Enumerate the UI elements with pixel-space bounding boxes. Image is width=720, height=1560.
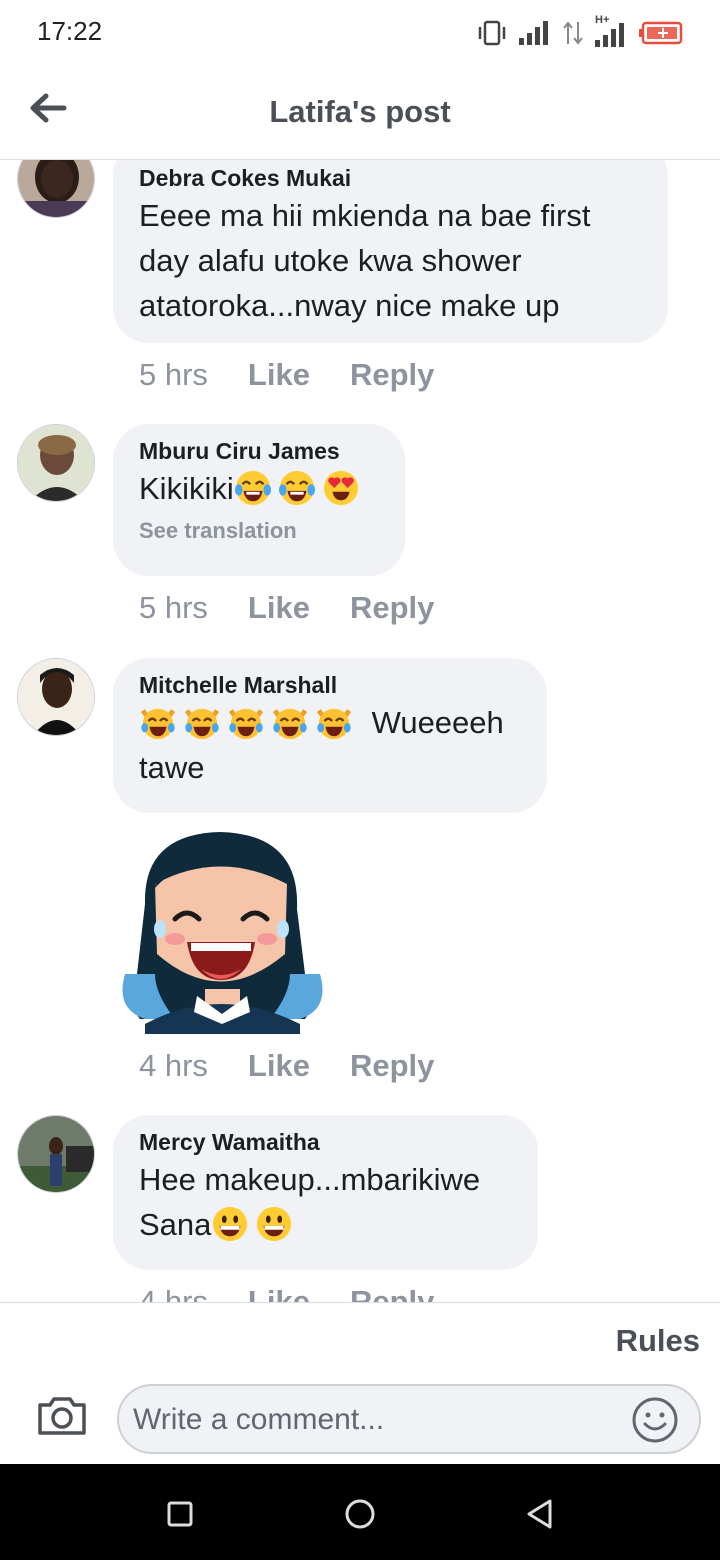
comment-author[interactable]: Mitchelle Marshall [139,670,521,700]
comment-time: 4 hrs [139,1048,208,1083]
comment-text: Kikikiki [139,471,234,506]
grinning-emoji [257,1206,292,1242]
heart-eyes-emoji [323,470,358,506]
post-header: Latifa's post [0,66,720,160]
avatar[interactable] [17,658,95,736]
camera-icon [38,1397,86,1435]
comment-text: Wueeeeh [371,705,504,740]
comment-text: tawe [139,750,205,785]
avatar[interactable] [17,1115,95,1193]
cat-tears-of-joy-emoji [140,708,176,740]
comment-author[interactable]: Debra Cokes Mukai [139,163,642,193]
comment-actions: 5 hrs Like Reply [139,357,434,393]
status-time: 17:22 [37,16,103,46]
comments-feed[interactable]: Debra Cokes Mukai Eeee ma hii mkienda na… [0,160,720,1302]
comment-author[interactable]: Mburu Ciru James [139,436,379,466]
comment-bubble[interactable]: Debra Cokes Mukai Eeee ma hii mkienda na… [113,160,668,343]
recent-apps-button[interactable] [160,1494,200,1534]
comment-text-line: Kikikiki [139,466,379,511]
reply-button[interactable]: Reply [350,590,434,626]
signal-icon [519,21,548,45]
comment-bubble[interactable]: Mburu Ciru James Kikikiki See translatio… [113,424,405,576]
comment-bubble[interactable]: Mercy Wamaitha Hee makeup...mbarikiwe Sa… [113,1115,538,1270]
see-translation-link[interactable]: See translation [139,517,379,545]
camera-button[interactable] [36,1391,88,1439]
smiley-icon [632,1397,678,1443]
comment-text-line: Wueeeeh [139,700,521,745]
cat-tears-of-joy-emoji [228,708,264,740]
home-icon [345,1499,375,1529]
like-button[interactable]: Like [248,357,310,393]
avatar[interactable] [17,160,95,218]
comment-time: 5 hrs [139,590,208,625]
comment-actions: 4 hrs Like Reply [139,1048,434,1084]
recent-apps-icon [167,1501,193,1527]
system-back-button[interactable] [520,1494,560,1534]
avatar[interactable] [17,424,95,502]
laughing-girl-sticker[interactable] [115,824,330,1034]
grinning-emoji [213,1206,248,1242]
comment-composer: Rules Write a comment... [0,1302,720,1464]
home-button[interactable] [340,1494,380,1534]
page-title: Latifa's post [269,94,451,129]
comment-bubble[interactable]: Mitchelle Marshall Wueeeeh tawe [113,658,547,813]
like-button[interactable]: Like [248,590,310,626]
like-button[interactable]: Like [248,1284,310,1302]
comment-text-line: Sana [139,1202,512,1247]
system-nav-bar [0,1464,720,1560]
comment-time: 5 hrs [139,357,208,392]
data-arrows-icon [563,21,583,45]
signal-icon [595,23,624,47]
reply-button[interactable]: Reply [350,1048,434,1084]
status-icons: H+ [476,14,684,50]
tears-of-joy-emoji [278,470,315,506]
comment-actions: 4 hrs Like Reply [139,1284,434,1302]
like-button[interactable]: Like [248,1048,310,1084]
cat-tears-of-joy-emoji [316,708,352,740]
emoji-button[interactable] [631,1396,679,1444]
cat-tears-of-joy-emoji [272,708,308,740]
battery-icon [639,21,683,45]
hplus-signal: H+ [594,14,628,48]
comment-input-placeholder: Write a comment... [133,1403,385,1436]
comment-time: 4 hrs [139,1284,208,1302]
comment-text: Eeee ma hii mkienda na bae first day ala… [139,198,591,323]
back-icon [527,1499,552,1529]
comment-text: Sana [139,1207,212,1242]
tears-of-joy-emoji [234,470,271,506]
comment-text: Hee makeup...mbarikiwe [139,1162,481,1197]
vibrate-icon [478,20,506,46]
rules-link[interactable]: Rules [616,1323,700,1359]
reply-button[interactable]: Reply [350,1284,434,1302]
comment-actions: 5 hrs Like Reply [139,590,434,626]
cat-tears-of-joy-emoji [184,708,220,740]
comment-author[interactable]: Mercy Wamaitha [139,1127,512,1157]
reply-button[interactable]: Reply [350,357,434,393]
status-bar: 17:22 H+ [0,0,720,66]
comment-input[interactable]: Write a comment... [117,1384,701,1454]
